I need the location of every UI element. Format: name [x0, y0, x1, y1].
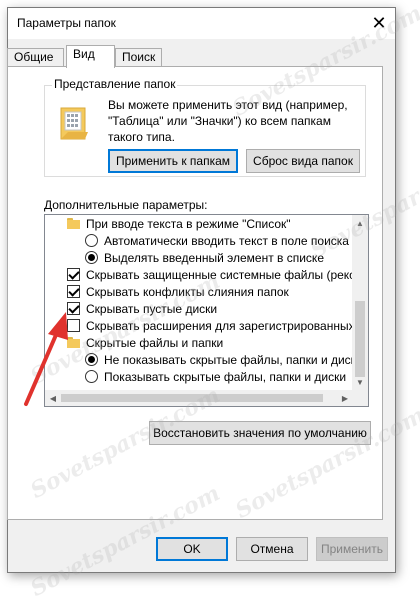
apply-button: Применить	[316, 537, 388, 561]
folder-views-icon	[60, 107, 88, 140]
tab-strip: Общие Вид Поиск	[7, 45, 383, 68]
list-item[interactable]: Скрывать расширения для зарегистрированн…	[67, 317, 353, 334]
window-title: Параметры папок	[17, 16, 116, 30]
list-item[interactable]: Скрывать защищенные системные файлы (рек…	[67, 266, 353, 283]
scroll-up-icon[interactable]: ▲	[352, 215, 368, 231]
scroll-right-icon[interactable]: ▶	[337, 390, 353, 406]
list-item-label: При вводе текста в режиме "Список"	[86, 216, 291, 231]
scroll-left-icon[interactable]: ◀	[45, 390, 61, 406]
folder-icon	[67, 218, 80, 229]
list-item[interactable]: Скрывать конфликты слияния папок	[67, 283, 289, 300]
checkbox[interactable]	[67, 268, 80, 281]
list-item-label: Автоматически вводить текст в поле поиск…	[104, 233, 349, 248]
cancel-button[interactable]: Отмена	[236, 537, 308, 561]
close-button[interactable]: ✕	[363, 8, 395, 39]
radio-button[interactable]	[85, 234, 98, 247]
list-item[interactable]: Скрывать пустые диски	[67, 300, 217, 317]
ok-button[interactable]: OK	[156, 537, 228, 561]
checkbox[interactable]	[67, 285, 80, 298]
vertical-scrollbar[interactable]: ▲ ▼	[352, 215, 368, 406]
list-item-label: Выделять введенный элемент в списке	[104, 250, 324, 265]
radio-button[interactable]	[85, 353, 98, 366]
horizontal-scrollbar[interactable]: ◀ ▶	[45, 390, 353, 406]
list-item-label: Показывать скрытые файлы, папки и диски	[104, 369, 347, 384]
list-item-label: Скрывать пустые диски	[86, 301, 218, 316]
checkbox[interactable]	[67, 302, 80, 315]
tab-view[interactable]: Вид	[66, 45, 115, 68]
reset-folders-button[interactable]: Сброс вида папок	[246, 149, 360, 173]
checkbox[interactable]	[67, 319, 80, 332]
advanced-settings-list[interactable]: При вводе текста в режиме "Список" Автом…	[44, 214, 369, 407]
advanced-settings-label: Дополнительные параметры:	[44, 198, 208, 212]
list-item-label: Скрывать защищенные системные файлы (рек…	[86, 267, 353, 282]
advanced-settings-rows: При вводе текста в режиме "Список" Автом…	[45, 215, 353, 406]
list-item[interactable]: При вводе текста в режиме "Список"	[67, 215, 291, 232]
radio-button[interactable]	[85, 251, 98, 264]
list-item[interactable]: Не показывать скрытые файлы, папки и дис…	[85, 351, 353, 368]
folder-icon	[67, 337, 80, 348]
folder-views-description: Вы можете применить этот вид (например, …	[108, 98, 348, 144]
list-item[interactable]: Показывать скрытые файлы, папки и диски	[85, 368, 346, 385]
title-bar[interactable]: Параметры папок ✕	[8, 8, 395, 39]
tab-general[interactable]: Общие	[7, 48, 64, 66]
list-item-label: Не показывать скрытые файлы, папки и дис…	[104, 352, 353, 367]
list-item[interactable]: Автоматически вводить текст в поле поиск…	[85, 232, 349, 249]
list-item-label: Скрытые файлы и папки	[86, 335, 224, 350]
apply-to-folders-button[interactable]: Применить к папкам	[108, 149, 238, 173]
list-item-label: Скрывать расширения для зарегистрированн…	[86, 318, 353, 333]
list-item[interactable]: Выделять введенный элемент в списке	[85, 249, 324, 266]
horizontal-scroll-thumb[interactable]	[61, 394, 323, 402]
radio-button[interactable]	[85, 370, 98, 383]
scrollbar-corner	[352, 390, 368, 406]
list-item[interactable]: Скрытые файлы и папки	[67, 334, 223, 351]
vertical-scroll-thumb[interactable]	[355, 301, 365, 377]
scroll-down-icon[interactable]: ▼	[352, 374, 368, 390]
list-item-label: Скрывать конфликты слияния папок	[86, 284, 289, 299]
restore-defaults-button[interactable]: Восстановить значения по умолчанию	[149, 421, 371, 445]
tab-search[interactable]: Поиск	[115, 48, 162, 66]
folder-views-label: Представление папок	[52, 77, 178, 91]
